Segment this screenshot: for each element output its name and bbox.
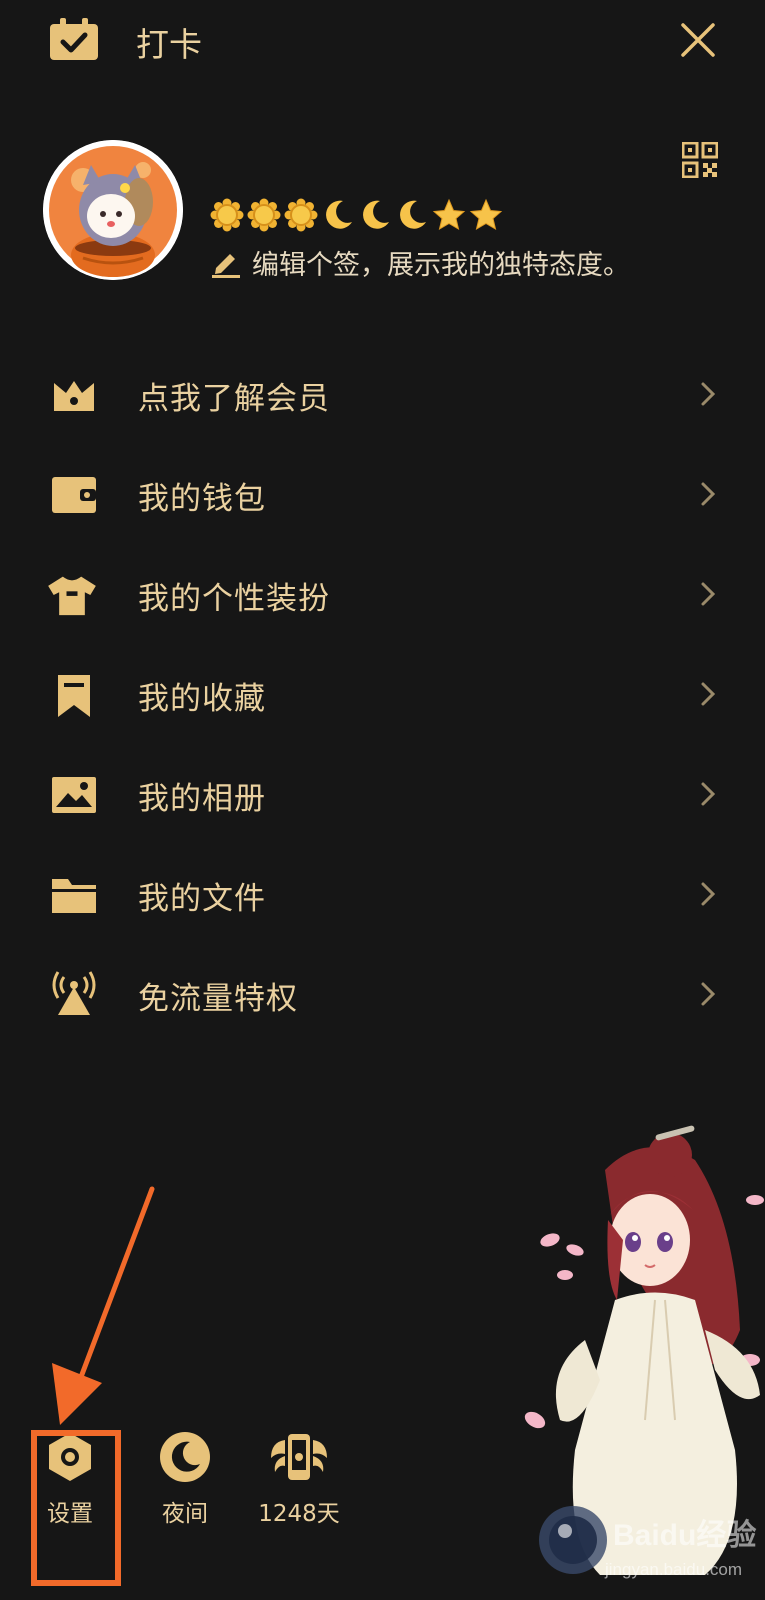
- pencil-icon: [212, 254, 240, 278]
- tshirt-icon: [48, 576, 96, 616]
- menu-item-favorites[interactable]: 我的收藏: [0, 645, 765, 745]
- menu-label: 免流量特权: [138, 981, 298, 1017]
- chevron-right-icon: [701, 482, 716, 506]
- bookmark-icon: [58, 675, 90, 717]
- chevron-right-icon: [701, 982, 716, 1006]
- sun-badge-icon: [210, 198, 244, 232]
- menu-label: 我的个性装扮: [138, 581, 330, 617]
- folder-icon: [52, 879, 96, 913]
- usage-days-button[interactable]: 1248天: [244, 1410, 354, 1540]
- chevron-right-icon: [701, 882, 716, 906]
- checkin-label[interactable]: 打卡: [136, 18, 202, 66]
- sun-badge-icon: [247, 198, 281, 232]
- chevron-right-icon: [701, 582, 716, 606]
- star-badge-icon: [432, 198, 466, 231]
- chevron-right-icon: [701, 382, 716, 406]
- menu-label: 点我了解会员: [138, 381, 330, 417]
- crown-icon: [54, 381, 94, 411]
- menu-item-membership[interactable]: 点我了解会员: [0, 345, 765, 445]
- level-badges[interactable]: [210, 198, 503, 232]
- menu-label: 我的钱包: [138, 481, 266, 517]
- chevron-right-icon: [701, 682, 716, 706]
- star-badge-icon: [469, 198, 503, 231]
- signature-row[interactable]: 编辑个签，展示我的独特态度。: [210, 242, 630, 282]
- moon-icon: [160, 1432, 210, 1482]
- wallet-icon: [52, 477, 96, 513]
- menu-item-files[interactable]: 我的文件: [0, 845, 765, 945]
- close-icon[interactable]: [680, 22, 716, 58]
- moon-badge-icon: [326, 200, 352, 229]
- antenna-icon: [52, 971, 96, 1015]
- winged-phone-icon: [271, 1434, 327, 1480]
- menu-item-dressup[interactable]: 我的个性装扮: [0, 545, 765, 645]
- menu-item-free-data[interactable]: 免流量特权: [0, 945, 765, 1045]
- chevron-right-icon: [701, 782, 716, 806]
- signature-text: 编辑个签，展示我的独特态度。: [252, 249, 630, 281]
- menu-label: 我的收藏: [138, 681, 266, 717]
- top-bar: 打卡: [0, 0, 765, 80]
- avatar-illustration: [43, 140, 183, 280]
- moon-badge-icon: [363, 200, 389, 229]
- moon-badge-icon: [400, 200, 426, 229]
- annotation-arrow: [52, 1186, 155, 1425]
- settings-highlight-box: [31, 1430, 121, 1586]
- days-label: 1248天: [258, 1501, 340, 1527]
- menu-label: 我的相册: [138, 781, 266, 817]
- menu-label: 我的文件: [138, 881, 266, 917]
- menu-item-wallet[interactable]: 我的钱包: [0, 445, 765, 545]
- avatar[interactable]: [43, 140, 183, 280]
- image-icon: [52, 777, 96, 813]
- menu-item-album[interactable]: 我的相册: [0, 745, 765, 845]
- qr-code-icon[interactable]: [682, 142, 718, 178]
- sun-badge-icon: [284, 198, 318, 232]
- calendar-check-icon[interactable]: [48, 18, 100, 62]
- night-label: 夜间: [162, 1501, 208, 1527]
